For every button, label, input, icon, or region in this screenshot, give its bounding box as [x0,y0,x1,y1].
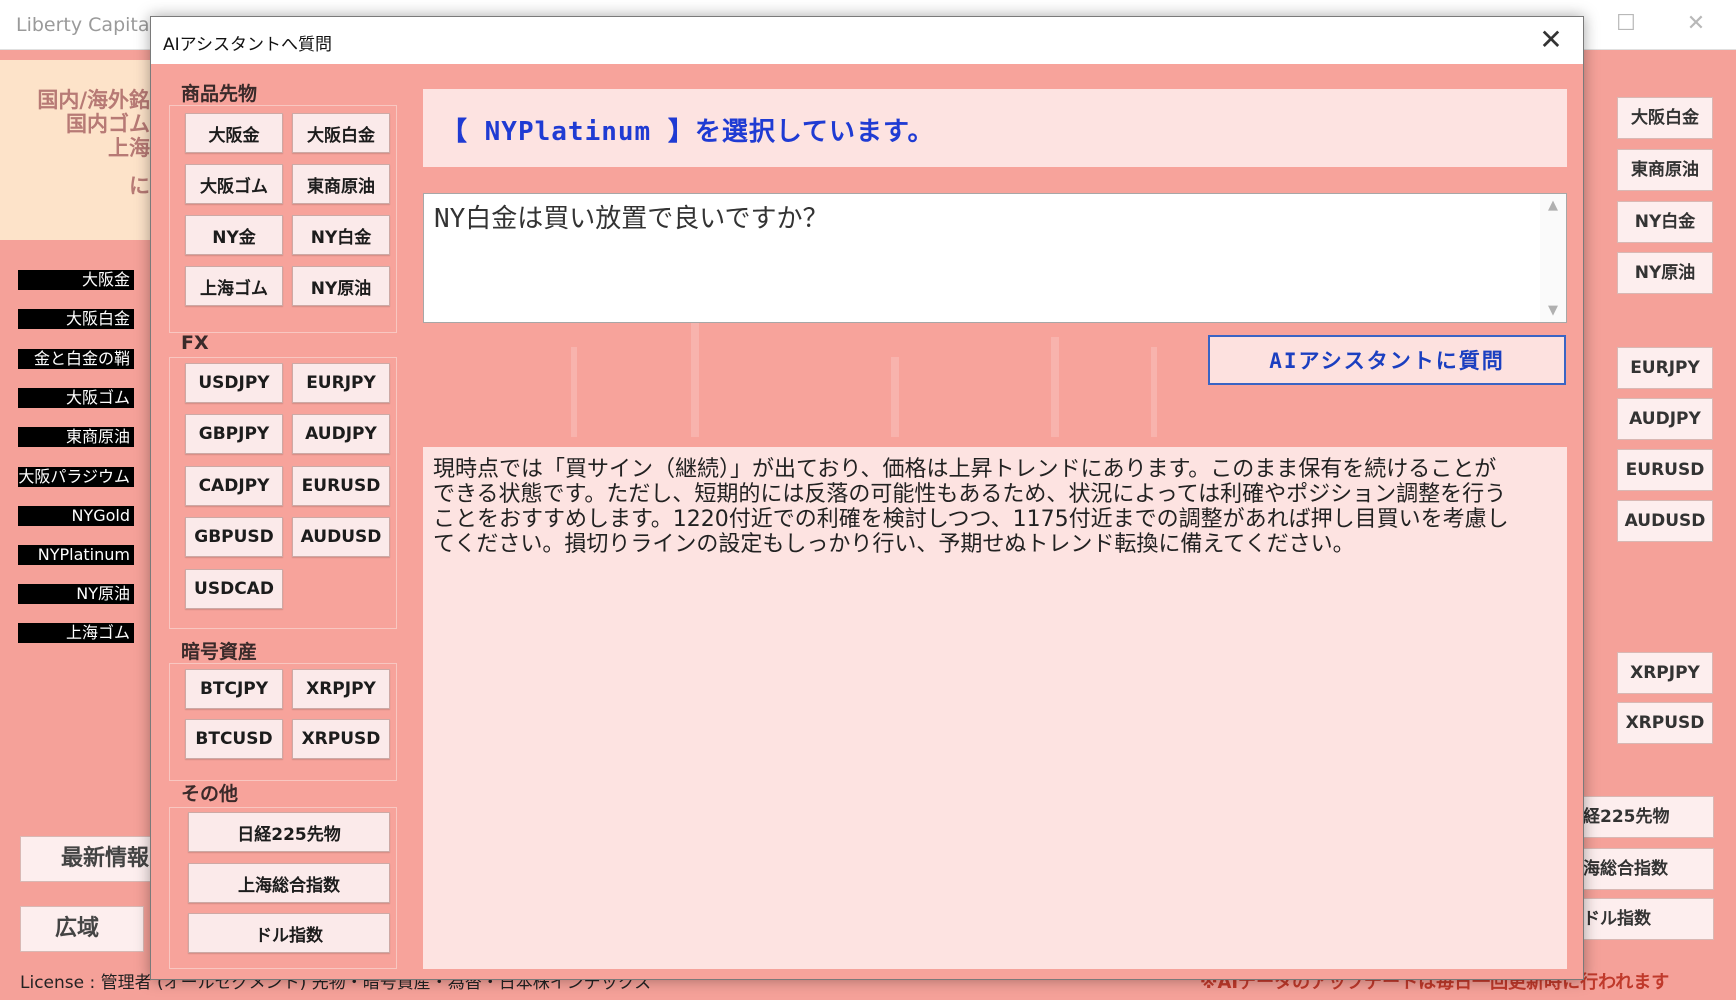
decorative-candle [691,317,699,437]
bg-button[interactable]: NY原油 [1617,252,1713,294]
fx-button-audjpy[interactable]: AUDJPY [292,414,390,454]
bg-button[interactable]: 大阪白金 [1617,97,1713,139]
selection-text: 【 NYPlatinum 】を選択しています。 [441,117,935,147]
bg-button[interactable]: EURJPY [1617,347,1713,389]
bg-symbol-label: 金と白金の鞘 [18,349,134,369]
fx-button-gbpjpy[interactable]: GBPJPY [185,414,283,454]
dialog-title: AIアシスタントへ質問 [163,35,332,55]
bg-button[interactable]: 海総合指数 [1576,848,1714,890]
other-button-shanghai-composite[interactable]: 上海総合指数 [188,863,390,903]
dialog-titlebar: AIアシスタントへ質問 ✕ [151,17,1583,64]
answer-text: 現時点では「買サイン（継続）」が出ており、価格は上昇トレンドにあります。このまま… [433,457,1509,557]
info-line: に [129,173,150,198]
commodity-button-ny-crude[interactable]: NY原油 [292,266,390,306]
bg-symbol-label: 東商原油 [18,427,134,447]
bg-symbol-label: NY原油 [18,584,134,604]
bg-button[interactable]: AUDJPY [1617,398,1713,440]
crypto-button-xrpusd[interactable]: XRPUSD [292,719,390,759]
commodity-button-ny-platinum[interactable]: NY白金 [292,215,390,255]
selection-display: 【 NYPlatinum 】を選択しています。 [423,89,1567,167]
wide-area-button[interactable]: 広域 [20,906,144,952]
decorative-candle [571,347,577,437]
commodity-button-osaka-platinum[interactable]: 大阪白金 [292,113,390,153]
question-scrollbar[interactable]: ▲ ▼ [1540,194,1566,322]
question-text: NY白金は買い放置で良いですか？ [434,204,829,234]
bg-button[interactable]: XRPUSD [1617,702,1713,744]
decorative-candle [1151,347,1157,437]
section-label-crypto: 暗号資産 [181,641,258,663]
ask-ai-assistant-button[interactable]: AIアシスタントに質問 [1208,335,1566,385]
bg-symbol-label: NYGold [18,506,134,526]
fx-button-usdcad[interactable]: USDCAD [185,569,283,609]
bg-button[interactable]: EURUSD [1617,449,1713,491]
info-line: 上海 [108,135,150,160]
commodity-button-ny-gold[interactable]: NY金 [185,215,283,255]
bg-button[interactable]: 東商原油 [1617,149,1713,191]
section-label-fx: FX [181,332,209,354]
bg-symbol-label: 大阪金 [18,270,134,290]
decorative-candle [1051,337,1059,437]
bg-symbol-label: NYPlatinum [18,545,134,565]
crypto-button-btcusd[interactable]: BTCUSD [185,719,283,759]
fx-button-usdjpy[interactable]: USDJPY [185,363,283,403]
commodity-button-osaka-gold[interactable]: 大阪金 [185,113,283,153]
decorative-candle [891,357,899,437]
crypto-button-xrpjpy[interactable]: XRPJPY [292,669,390,709]
scroll-down-icon[interactable]: ▼ [1540,303,1566,318]
bg-button[interactable]: 経225先物 [1576,796,1714,838]
bg-button[interactable]: XRPJPY [1617,652,1713,694]
section-label-other: その他 [181,783,239,805]
scroll-up-icon[interactable]: ▲ [1540,198,1566,213]
fx-button-eurjpy[interactable]: EURJPY [292,363,390,403]
background-info-panel: 国内/海外銘 国内ゴム 上海 に [0,60,150,240]
latest-info-button[interactable]: 最新情報 [20,836,152,882]
question-input[interactable]: NY白金は買い放置で良いですか？ ▲ ▼ [423,193,1567,323]
ai-assistant-dialog: AIアシスタントへ質問 ✕ 商品先物 大阪金 大阪白金 大阪ゴム 東商原油 NY… [150,16,1584,980]
fx-button-audusd[interactable]: AUDUSD [292,517,390,557]
bg-symbol-label: 大阪ゴム [18,388,134,408]
fx-button-cadjpy[interactable]: CADJPY [185,466,283,506]
other-button-dollar-index[interactable]: ドル指数 [188,913,390,953]
maximize-icon[interactable]: ☐ [1612,10,1640,38]
answer-output: 現時点では「買サイン（継続）」が出ており、価格は上昇トレンドにあります。このまま… [423,447,1567,969]
other-button-nikkei225[interactable]: 日経225先物 [188,812,390,852]
commodity-button-tocom-crude[interactable]: 東商原油 [292,164,390,204]
fx-button-eurusd[interactable]: EURUSD [292,466,390,506]
section-label-commodities: 商品先物 [181,83,258,105]
bg-symbol-label: 大阪白金 [18,309,134,329]
commodity-button-osaka-rubber[interactable]: 大阪ゴム [185,164,283,204]
bg-symbol-label: 大阪パラジウム [18,467,134,487]
fx-button-gbpusd[interactable]: GBPUSD [185,517,283,557]
commodity-button-shanghai-rubber[interactable]: 上海ゴム [185,266,283,306]
close-icon[interactable]: ✕ [1533,22,1569,58]
bg-symbol-label: 上海ゴム [18,623,134,643]
bg-button[interactable]: ドル指数 [1576,898,1714,940]
close-window-icon[interactable]: ✕ [1682,10,1710,38]
crypto-button-btcjpy[interactable]: BTCJPY [185,669,283,709]
bg-button[interactable]: NY白金 [1617,201,1713,243]
bg-button[interactable]: AUDUSD [1617,500,1713,542]
